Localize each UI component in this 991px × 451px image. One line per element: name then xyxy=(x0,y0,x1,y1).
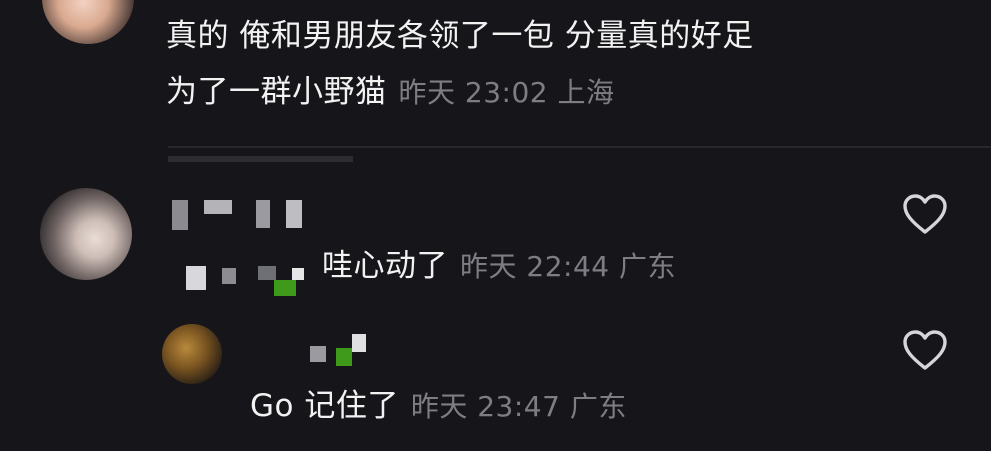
comment-text-line-2-row: 为了一群小野猫 昨天 23:02 上海 xyxy=(166,72,615,113)
reply-1-text: 哇心动了 xyxy=(322,248,448,284)
reply-2-location: 广东 xyxy=(569,390,627,423)
reply-2-time: 昨天 23:47 广东 xyxy=(410,390,627,423)
reply-1-location: 广东 xyxy=(619,250,677,283)
reply-2-row: Go 记住了 昨天 23:47 广东 xyxy=(250,386,627,427)
reply-1-username-mosaic[interactable] xyxy=(168,196,308,236)
reply-1-mention-mosaic xyxy=(182,256,318,300)
reply-2-text: Go 记住了 xyxy=(250,388,399,424)
reply-1-like-button[interactable] xyxy=(901,192,949,236)
heart-outline-icon xyxy=(903,330,947,370)
comment-text-line-2: 为了一群小野猫 xyxy=(166,74,387,110)
comment-text-line-1: 真的 俺和男朋友各领了一包 分量真的好足 xyxy=(166,18,754,54)
reply-1-row: 哇心动了 昨天 22:44 广东 xyxy=(322,246,676,287)
heart-outline-icon xyxy=(903,194,947,234)
reply-1-time: 昨天 22:44 广东 xyxy=(460,250,677,283)
commenter-avatar[interactable] xyxy=(42,0,134,44)
divider-accent xyxy=(168,156,353,162)
reply-1-avatar[interactable] xyxy=(40,188,132,280)
reply-2-avatar[interactable] xyxy=(162,324,222,384)
reply-2-like-button[interactable] xyxy=(901,328,949,372)
section-divider xyxy=(168,146,991,148)
reply-2-username-mosaic[interactable] xyxy=(290,328,390,372)
comment-time: 昨天 23:02 上海 xyxy=(398,76,615,109)
comment-location: 上海 xyxy=(557,76,615,109)
